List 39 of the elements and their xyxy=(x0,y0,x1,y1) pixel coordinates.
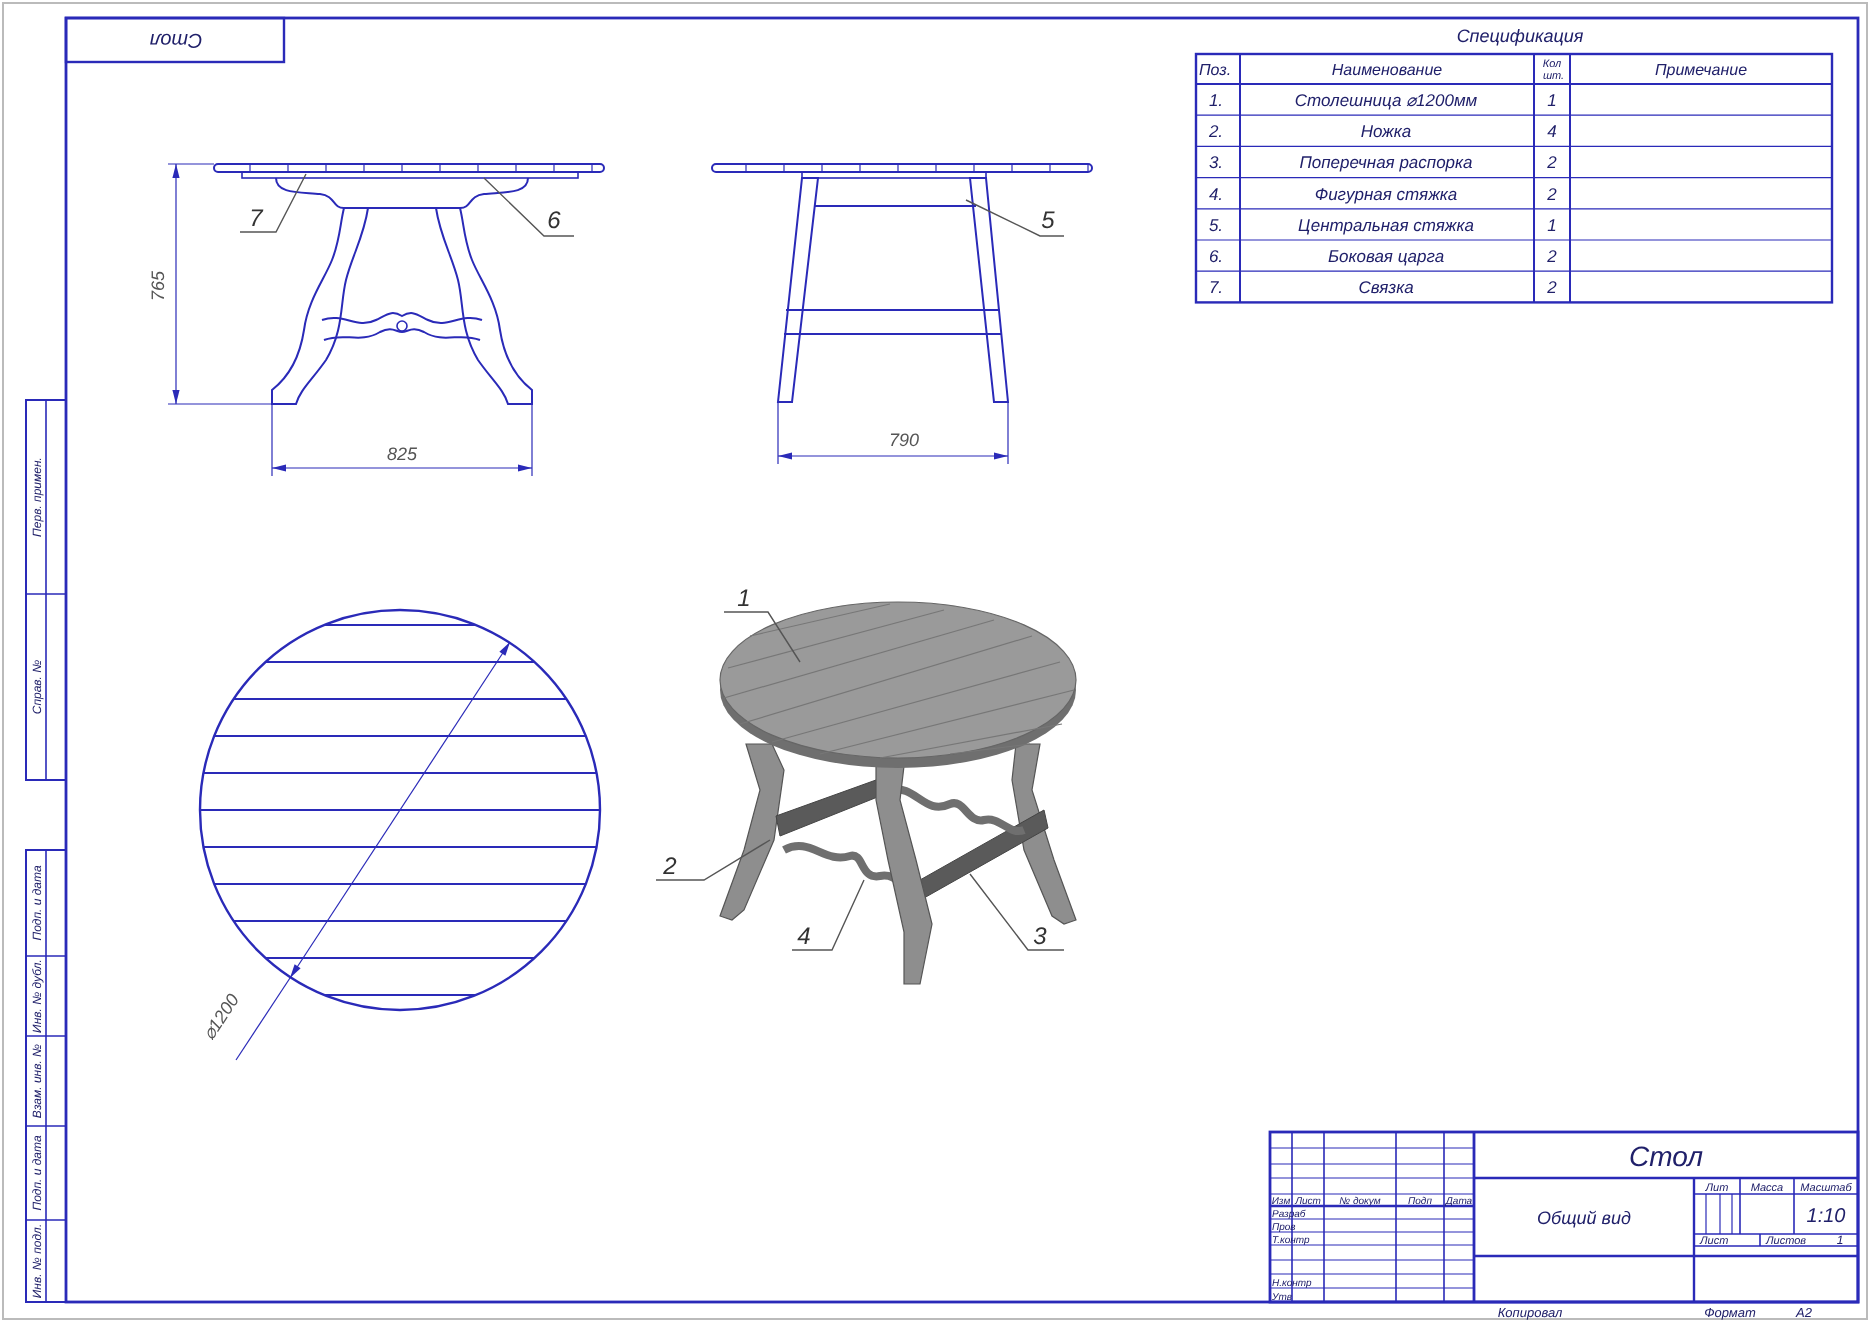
document-type: Общий вид xyxy=(1537,1208,1631,1228)
specification-title: Спецификация xyxy=(1456,26,1584,46)
callout-number: 3 xyxy=(1033,922,1047,950)
table-cell: 5. xyxy=(1208,214,1224,235)
table-cell: 4 xyxy=(1547,121,1557,142)
callout-number: 5 xyxy=(1041,206,1055,234)
table-cell: 2 xyxy=(1547,246,1557,266)
table-cell: 7. xyxy=(1208,277,1224,298)
column-header: Наименование xyxy=(1331,61,1443,79)
callout-number: 1 xyxy=(737,584,751,612)
table-cell: Центральная стяжка xyxy=(1297,214,1475,235)
dimension-text: 825 xyxy=(386,444,418,464)
callout-number: 4 xyxy=(797,922,811,950)
callout-number: 6 xyxy=(547,206,561,234)
dimension-text: 765 xyxy=(148,270,168,302)
table-cell: 1 xyxy=(1547,214,1557,235)
table-cell: 4. xyxy=(1208,183,1224,204)
table-cell: 6. xyxy=(1208,246,1224,266)
scale-value: 1:10 xyxy=(1806,1206,1846,1228)
table-cell: Связка xyxy=(1358,277,1414,298)
table-cell: 2 xyxy=(1547,152,1557,173)
table-cell: Ножка xyxy=(1360,121,1412,142)
corner-stamp-text: Стол xyxy=(149,28,203,50)
table-cell: 1. xyxy=(1208,90,1224,110)
table-cell: Фигурная стяжка xyxy=(1314,183,1458,204)
column-header: Поз. xyxy=(1199,61,1232,79)
table-cell: 2 xyxy=(1547,183,1557,204)
table-cell: Поперечная распорка xyxy=(1299,152,1473,173)
drawing-title: Стол xyxy=(1629,1140,1703,1172)
table-cell: 2 xyxy=(1547,277,1557,298)
column-header: Примечание xyxy=(1654,61,1748,79)
table-cell: Боковая царга xyxy=(1327,246,1445,266)
callout-number: 2 xyxy=(663,852,677,880)
table-cell: Столешница ⌀1200мм xyxy=(1294,90,1478,110)
callout-number: 7 xyxy=(249,204,263,232)
table-cell: 1 xyxy=(1547,90,1557,110)
table-cell: 3. xyxy=(1208,152,1224,173)
table-cell: 2. xyxy=(1208,121,1224,142)
dimension-text: 790 xyxy=(888,430,920,450)
